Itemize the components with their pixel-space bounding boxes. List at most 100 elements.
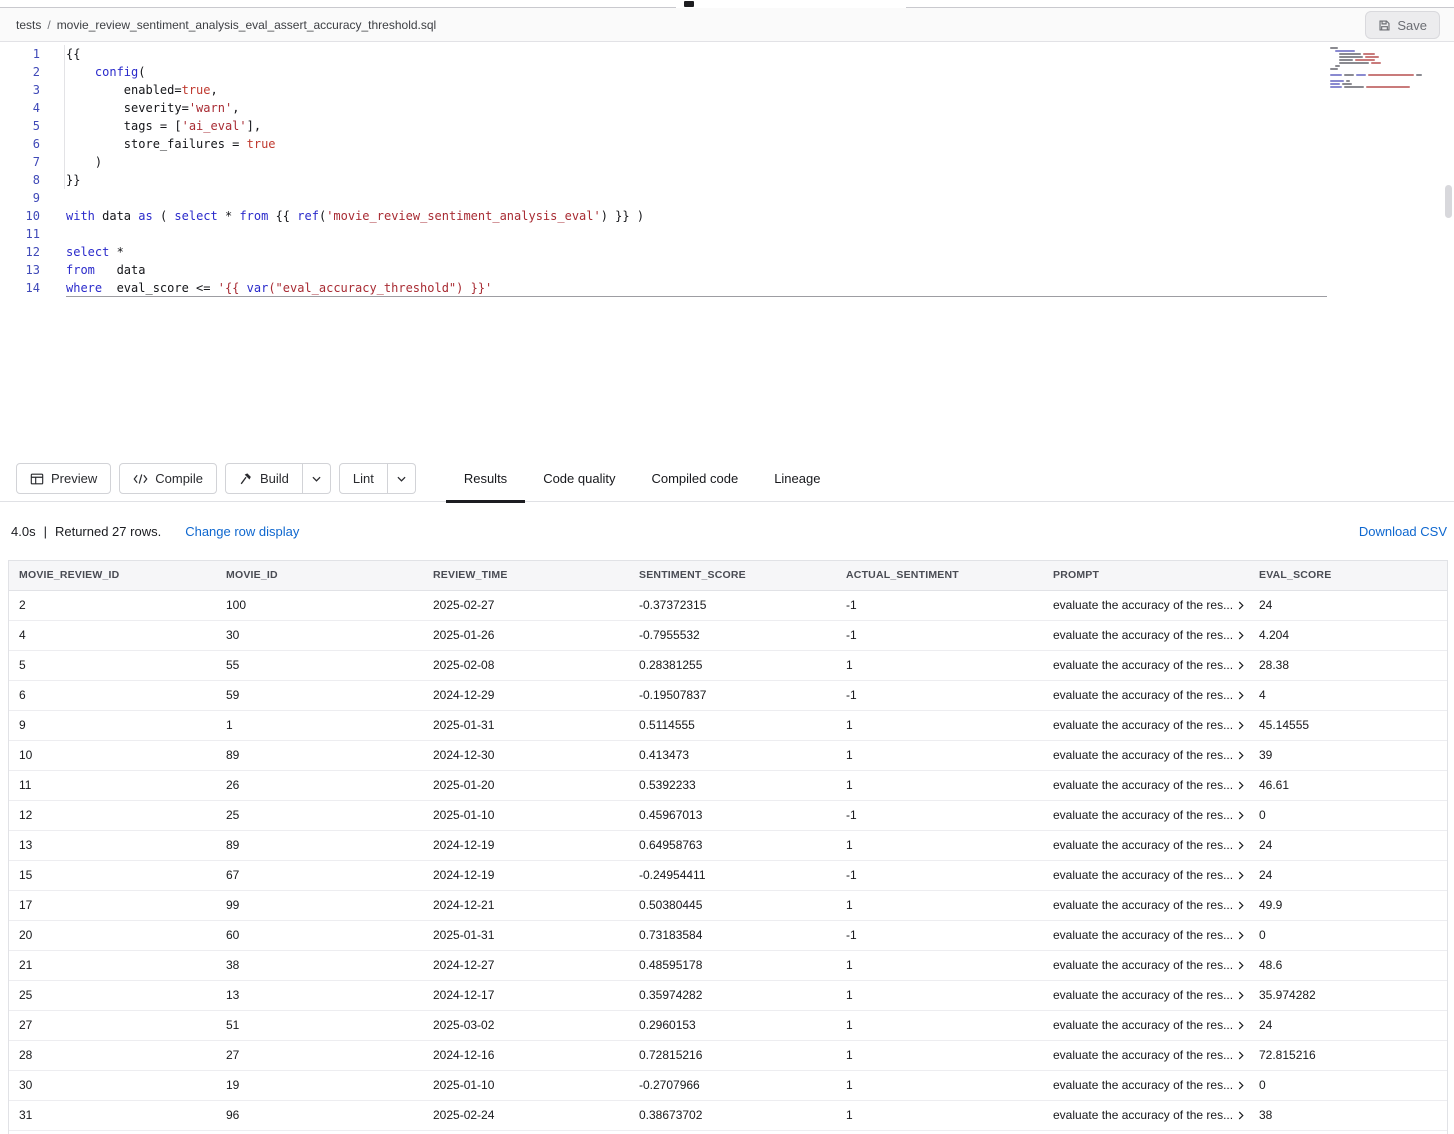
- preview-button[interactable]: Preview: [16, 463, 111, 494]
- table-row: 21 38 2024-12-27 0.48595178 1 evaluate t…: [9, 950, 1448, 980]
- cell-prompt: evaluate the accuracy of the res...: [1043, 1040, 1249, 1070]
- prompt-preview: evaluate the accuracy of the res...: [1053, 868, 1233, 882]
- breadcrumb-root[interactable]: tests: [16, 18, 41, 32]
- code-lines[interactable]: {{ config( enabled=true, severity='warn'…: [66, 45, 1327, 297]
- cell-eval-score: 0: [1249, 1070, 1448, 1100]
- table-row: 12 25 2025-01-10 0.45967013 -1 evaluate …: [9, 800, 1448, 830]
- chevron-right-icon[interactable]: [1238, 991, 1244, 1000]
- gutter[interactable]: 1234567891011121314: [0, 45, 40, 297]
- chevron-right-icon[interactable]: [1238, 751, 1244, 760]
- breadcrumb-separator: /: [47, 18, 50, 32]
- cell-actual-sentiment: 1: [836, 950, 1043, 980]
- lint-button[interactable]: Lint: [339, 463, 388, 494]
- minimap[interactable]: [1330, 47, 1446, 89]
- chevron-right-icon[interactable]: [1238, 691, 1244, 700]
- chevron-right-icon[interactable]: [1238, 1021, 1244, 1030]
- cell-movie-id: 19: [216, 1070, 423, 1100]
- lint-button-label: Lint: [353, 471, 374, 486]
- cell-sentiment-score: 0.413473: [629, 740, 836, 770]
- code-line[interactable]: from data: [66, 261, 1327, 279]
- cell-sentiment-score: 0.38673702: [629, 1100, 836, 1130]
- build-button[interactable]: Build: [225, 463, 303, 494]
- cell-review-time: 2025-02-08: [423, 650, 629, 680]
- tab-results[interactable]: Results: [446, 456, 525, 502]
- prompt-preview: evaluate the accuracy of the res...: [1053, 898, 1233, 912]
- column-header[interactable]: EVAL_SCORE: [1249, 561, 1448, 590]
- cell-prompt: evaluate the accuracy of the res...: [1043, 1010, 1249, 1040]
- file-tab-icon[interactable]: [684, 1, 694, 7]
- cell-movie-id: 25: [216, 800, 423, 830]
- cell-sentiment-score: 0.73183584: [629, 920, 836, 950]
- code-line[interactable]: tags = ['ai_eval'],: [66, 117, 1327, 135]
- chevron-right-icon[interactable]: [1238, 1081, 1244, 1090]
- code-line[interactable]: where eval_score <= '{{ var("eval_accura…: [66, 279, 1327, 297]
- save-button[interactable]: Save: [1365, 11, 1440, 39]
- chevron-right-icon[interactable]: [1238, 661, 1244, 670]
- chevron-right-icon[interactable]: [1238, 781, 1244, 790]
- cell-sentiment-score: 0.50380445: [629, 890, 836, 920]
- results-table: MOVIE_REVIEW_IDMOVIE_IDREVIEW_TIMESENTIM…: [8, 560, 1448, 1134]
- tab-compiled-code-label: Compiled code: [651, 471, 738, 486]
- chevron-right-icon[interactable]: [1238, 871, 1244, 880]
- top-tab-strip: [0, 0, 1454, 8]
- cell-eval-score: 28.38: [1249, 650, 1448, 680]
- code-editor[interactable]: 1234567891011121314 {{ config( enabled=t…: [0, 42, 1454, 456]
- cell-movie-review-id: 20: [9, 920, 216, 950]
- lint-dropdown-button[interactable]: [388, 463, 416, 494]
- code-line[interactable]: ): [66, 153, 1327, 171]
- cell-movie-id: 59: [216, 680, 423, 710]
- tab-lineage[interactable]: Lineage: [756, 456, 838, 502]
- code-line[interactable]: config(: [66, 63, 1327, 81]
- cell-prompt: evaluate the accuracy of the res...: [1043, 890, 1249, 920]
- code-line[interactable]: select *: [66, 243, 1327, 261]
- chevron-right-icon[interactable]: [1238, 811, 1244, 820]
- chevron-right-icon[interactable]: [1238, 901, 1244, 910]
- column-header[interactable]: SENTIMENT_SCORE: [629, 561, 836, 590]
- code-line[interactable]: {{: [66, 45, 1327, 63]
- cell-actual-sentiment: 1: [836, 710, 1043, 740]
- ide-window: tests / movie_review_sentiment_analysis_…: [0, 0, 1454, 1134]
- chevron-right-icon[interactable]: [1238, 961, 1244, 970]
- code-line[interactable]: }}: [66, 171, 1327, 189]
- column-header[interactable]: MOVIE_REVIEW_ID: [9, 561, 216, 590]
- chevron-right-icon[interactable]: [1238, 721, 1244, 730]
- chevron-right-icon[interactable]: [1238, 1111, 1244, 1120]
- editor-scrollbar[interactable]: [1445, 185, 1452, 218]
- cell-eval-score: 0: [1249, 920, 1448, 950]
- query-duration: 4.0s: [11, 524, 36, 539]
- code-line[interactable]: [66, 225, 1327, 243]
- column-header[interactable]: REVIEW_TIME: [423, 561, 629, 590]
- download-csv-link[interactable]: Download CSV: [1359, 524, 1447, 539]
- column-header[interactable]: MOVIE_ID: [216, 561, 423, 590]
- code-line[interactable]: store_failures = true: [66, 135, 1327, 153]
- build-dropdown-button[interactable]: [303, 463, 331, 494]
- cell-movie-id: 1: [216, 710, 423, 740]
- chevron-right-icon[interactable]: [1238, 631, 1244, 640]
- change-row-display-link[interactable]: Change row display: [185, 524, 299, 539]
- chevron-right-icon[interactable]: [1238, 601, 1244, 610]
- code-line[interactable]: severity='warn',: [66, 99, 1327, 117]
- cell-review-time: 2024-12-19: [423, 830, 629, 860]
- tab-results-label: Results: [464, 471, 507, 486]
- results-status-bar: 4.0s | Returned 27 rows. Change row disp…: [0, 502, 1454, 560]
- cell-sentiment-score: -0.24954411: [629, 860, 836, 890]
- code-line[interactable]: [66, 189, 1327, 207]
- cell-prompt: evaluate the accuracy of the res...: [1043, 1070, 1249, 1100]
- table-row: 15 67 2024-12-19 -0.24954411 -1 evaluate…: [9, 860, 1448, 890]
- column-header[interactable]: ACTUAL_SENTIMENT: [836, 561, 1043, 590]
- cell-movie-id: 89: [216, 830, 423, 860]
- tab-compiled-code[interactable]: Compiled code: [633, 456, 756, 502]
- compile-button[interactable]: Compile: [119, 463, 217, 494]
- cell-eval-score: 24: [1249, 830, 1448, 860]
- lint-button-group: Lint: [339, 463, 416, 494]
- chevron-right-icon[interactable]: [1238, 1051, 1244, 1060]
- chevron-right-icon[interactable]: [1238, 841, 1244, 850]
- cell-movie-id: 89: [216, 740, 423, 770]
- code-line[interactable]: with data as ( select * from {{ ref('mov…: [66, 207, 1327, 225]
- chevron-right-icon[interactable]: [1238, 931, 1244, 940]
- code-line[interactable]: enabled=true,: [66, 81, 1327, 99]
- column-header[interactable]: PROMPT: [1043, 561, 1249, 590]
- tab-code-quality[interactable]: Code quality: [525, 456, 633, 502]
- cell-prompt: evaluate the accuracy of the res...: [1043, 650, 1249, 680]
- cell-movie-review-id: 12: [9, 800, 216, 830]
